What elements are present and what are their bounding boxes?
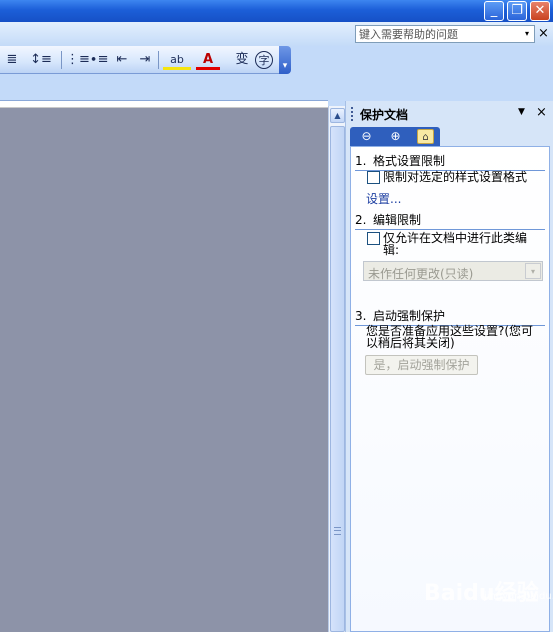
section-number: 3. (355, 309, 367, 323)
document-canvas[interactable] (0, 108, 328, 632)
pane-navigation: ⊖ ⊕ ⌂ (350, 127, 440, 146)
pane-title: 保护文档 (360, 108, 409, 122)
section-title: 启动强制保护 (373, 309, 446, 323)
chevron-down-icon[interactable]: ▾ (525, 263, 541, 279)
horizontal-ruler[interactable] (0, 100, 328, 108)
bullet-list-icon[interactable]: ∙≡ (89, 50, 109, 70)
help-search-input[interactable] (356, 26, 520, 42)
watermark-url: jingyan.baidu.com (484, 591, 553, 602)
restore-button[interactable]: ❐ (507, 1, 527, 21)
help-dropdown-icon[interactable]: ▾ (520, 26, 534, 42)
section-title: 格式设置限制 (373, 154, 446, 168)
close-button[interactable]: ✕ (530, 1, 550, 21)
pane-menu-dropdown-icon[interactable]: ▼ (518, 107, 525, 117)
home-icon[interactable]: ⌂ (417, 129, 434, 144)
editing-restriction-label: 仅允许在文档中进行此类编 (383, 231, 528, 245)
font-color-icon[interactable]: A (196, 50, 220, 70)
editing-type-select[interactable]: 未作任何更改(只读) ▾ (363, 261, 543, 281)
scroll-thumb[interactable] (330, 126, 345, 632)
baidu-watermark-logo: Baidu经验jingyan.baidu.com (424, 575, 553, 607)
vertical-scrollbar[interactable]: ▲ (328, 106, 345, 632)
toolbar-separator (158, 51, 159, 69)
section-number: 2. (355, 213, 367, 227)
editing-restriction-checkbox[interactable] (367, 232, 380, 245)
scroll-grip-icon (334, 527, 341, 535)
section-number: 1. (355, 154, 367, 168)
editing-type-value: 未作任何更改(只读) (368, 267, 474, 281)
line-spacing-icon[interactable]: ↕≡ (26, 50, 56, 70)
justify-icon[interactable]: ≣ (2, 50, 22, 70)
menu-bar: ▾ × (0, 22, 553, 46)
enclose-character-icon[interactable]: 字 (255, 51, 273, 69)
help-search-box[interactable]: ▾ (355, 25, 535, 43)
toolbar-options-button[interactable]: ▾ (279, 46, 291, 74)
enforcement-prompt-cont: 以稍后将其关闭) (366, 336, 455, 350)
title-bar: _ ❐ ✕ (0, 0, 553, 22)
minimize-button[interactable]: _ (484, 1, 504, 21)
editing-restriction-label-cont: 辑: (383, 243, 400, 257)
ruler-area (0, 74, 345, 101)
formatting-restriction-checkbox[interactable] (367, 171, 380, 184)
formatting-restriction-label: 限制对选定的样式设置格式 (383, 170, 528, 184)
toolbar-separator (61, 51, 62, 69)
pane-body: 1. 格式设置限制 限制对选定的样式设置格式 设置... 2. 编辑限制 仅允许在文… (350, 146, 550, 632)
decrease-indent-icon[interactable]: ⇤ (112, 50, 132, 70)
formatting-toolbar: ≣ ↕≡ ⋮≡ ∙≡ ⇤ ⇥ ab A 变 字 (0, 46, 290, 74)
highlight-icon[interactable]: ab (163, 50, 191, 70)
numbered-list-icon[interactable]: ⋮≡ (66, 50, 90, 70)
document-close-icon[interactable]: × (538, 26, 549, 41)
settings-link[interactable]: 设置... (366, 190, 401, 207)
scroll-up-icon[interactable]: ▲ (330, 108, 345, 123)
pane-header: 保护文档 ▼ × (346, 101, 553, 126)
back-icon[interactable]: ⊖ (358, 129, 375, 144)
increase-indent-icon[interactable]: ⇥ (135, 50, 155, 70)
forward-icon[interactable]: ⊕ (387, 129, 404, 144)
section-formatting-restrictions: 1. 格式设置限制 (355, 152, 545, 171)
start-enforcement-button[interactable]: 是，启动强制保护 (365, 355, 478, 375)
section-title: 编辑限制 (373, 213, 422, 227)
pane-drag-handle[interactable] (351, 107, 354, 121)
pane-close-icon[interactable]: × (536, 105, 547, 120)
section-editing-restrictions: 2. 编辑限制 (355, 211, 545, 230)
protect-document-pane: 保护文档 ▼ × ⊖ ⊕ ⌂ 1. 格式设置限制 限制对选定的样式设置格式 设置.… (345, 101, 553, 632)
phonetic-guide-icon[interactable]: 变 (232, 50, 252, 70)
